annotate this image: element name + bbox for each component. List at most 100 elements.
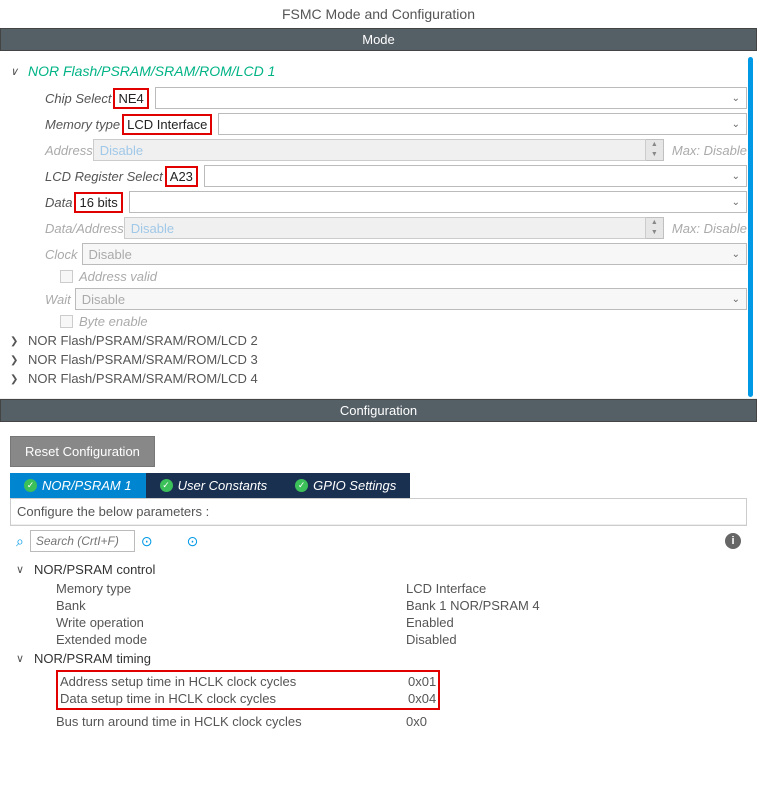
address-label: Address [45, 143, 93, 158]
config-sections: NOR/PSRAM control Memory type LCD Interf… [10, 556, 747, 733]
data-label: Data [45, 195, 72, 210]
chip-select-highlight: NE4 [113, 88, 148, 109]
config-value: 0x01 [408, 674, 436, 689]
data-address-value: Disable [124, 217, 646, 239]
info-icon[interactable]: i [725, 533, 741, 549]
config-key: Extended mode [56, 632, 406, 647]
tab-label: GPIO Settings [313, 478, 396, 493]
data-address-max-label: Max: Disable [672, 221, 747, 236]
config-row[interactable]: Write operation Enabled [56, 615, 741, 630]
lcd-register-label: LCD Register Select [45, 169, 163, 184]
data-highlight: 16 bits [74, 192, 122, 213]
search-input[interactable] [30, 530, 135, 552]
search-row: ⌕ ⊙ ⊙ i [10, 526, 747, 556]
control-section-title: NOR/PSRAM control [34, 562, 155, 577]
address-valid-label: Address valid [79, 269, 157, 284]
check-icon: ✓ [24, 479, 37, 492]
config-row[interactable]: Data setup time in HCLK clock cycles 0x0… [58, 691, 438, 706]
wait-value: Disable [82, 292, 125, 307]
chevron-right-icon [10, 354, 22, 366]
address-max-label: Max: Disable [672, 143, 747, 158]
config-value: LCD Interface [406, 581, 486, 596]
configuration-header: Configuration [0, 399, 757, 422]
clock-value: Disable [89, 247, 132, 262]
config-row[interactable]: Bus turn around time in HCLK clock cycle… [56, 714, 741, 729]
chevron-down-icon: ⌄ [732, 294, 740, 305]
control-section-header[interactable]: NOR/PSRAM control [16, 562, 741, 577]
config-value: Bank 1 NOR/PSRAM 4 [406, 598, 540, 613]
config-row[interactable]: Memory type LCD Interface [56, 581, 741, 596]
config-prompt: Configure the below parameters : [11, 499, 746, 525]
address-valid-checkbox [60, 270, 73, 283]
config-key: Write operation [56, 615, 406, 630]
section-1-title: NOR Flash/PSRAM/SRAM/ROM/LCD 1 [28, 63, 275, 79]
chip-select-label: Chip Select [45, 91, 111, 106]
config-key: Bank [56, 598, 406, 613]
config-row[interactable]: Extended mode Disabled [56, 632, 741, 647]
lcd-register-dropdown[interactable]: ⌄ [204, 165, 747, 187]
data-address-spinner: Disable ▲▼ [124, 217, 664, 239]
byte-enable-checkbox [60, 315, 73, 328]
config-value: 0x0 [406, 714, 427, 729]
data-address-label: Data/Address [45, 221, 124, 236]
clock-label: Clock [45, 247, 78, 262]
tab-nor-psram-1[interactable]: ✓ NOR/PSRAM 1 [10, 473, 146, 498]
chevron-down-icon: ⌄ [732, 93, 740, 104]
tab-user-constants[interactable]: ✓ User Constants [146, 473, 282, 498]
memory-type-highlight: LCD Interface [122, 114, 212, 135]
timing-section-header[interactable]: NOR/PSRAM timing [16, 651, 741, 666]
tab-label: User Constants [178, 478, 268, 493]
config-row[interactable]: Bank Bank 1 NOR/PSRAM 4 [56, 598, 741, 613]
chevron-down-icon: ⌄ [732, 197, 740, 208]
tab-label: NOR/PSRAM 1 [42, 478, 132, 493]
prev-icon[interactable]: ⊙ [141, 533, 153, 550]
reset-configuration-button[interactable]: Reset Configuration [10, 436, 155, 467]
mode-panel: NOR Flash/PSRAM/SRAM/ROM/LCD 1 Chip Sele… [0, 51, 757, 399]
address-spinner: Disable ▲▼ [93, 139, 664, 161]
chip-select-dropdown[interactable]: ⌄ [155, 87, 747, 109]
section-3-header[interactable]: NOR Flash/PSRAM/SRAM/ROM/LCD 3 [10, 352, 747, 367]
chevron-down-icon [10, 65, 22, 78]
config-value: Enabled [406, 615, 454, 630]
config-value: 0x04 [408, 691, 436, 706]
mode-header: Mode [0, 28, 757, 51]
timing-highlight-group: Address setup time in HCLK clock cycles … [56, 670, 440, 710]
section-3-title: NOR Flash/PSRAM/SRAM/ROM/LCD 3 [28, 352, 258, 367]
config-value: Disabled [406, 632, 457, 647]
next-icon[interactable]: ⊙ [187, 533, 199, 550]
section-2-title: NOR Flash/PSRAM/SRAM/ROM/LCD 2 [28, 333, 258, 348]
scrollbar-thumb[interactable] [748, 57, 753, 397]
section-1-header[interactable]: NOR Flash/PSRAM/SRAM/ROM/LCD 1 [10, 63, 747, 79]
clock-dropdown: Disable ⌄ [82, 243, 747, 265]
chevron-right-icon [10, 335, 22, 347]
chevron-down-icon [16, 563, 28, 576]
chevron-down-icon: ⌄ [732, 171, 740, 182]
config-key: Address setup time in HCLK clock cycles [60, 674, 408, 689]
section-4-header[interactable]: NOR Flash/PSRAM/SRAM/ROM/LCD 4 [10, 371, 747, 386]
tab-gpio-settings[interactable]: ✓ GPIO Settings [281, 473, 410, 498]
config-key: Memory type [56, 581, 406, 596]
page-title: FSMC Mode and Configuration [0, 0, 757, 28]
memory-type-label: Memory type [45, 117, 120, 132]
chevron-down-icon: ⌄ [732, 249, 740, 260]
config-key: Bus turn around time in HCLK clock cycle… [56, 714, 406, 729]
byte-enable-label: Byte enable [79, 314, 148, 329]
wait-label: Wait [45, 292, 71, 307]
spinner-buttons: ▲▼ [646, 217, 664, 239]
config-key: Data setup time in HCLK clock cycles [60, 691, 408, 706]
chevron-down-icon: ⌄ [732, 119, 740, 130]
section-2-header[interactable]: NOR Flash/PSRAM/SRAM/ROM/LCD 2 [10, 333, 747, 348]
config-row[interactable]: Address setup time in HCLK clock cycles … [58, 674, 438, 689]
chevron-right-icon [10, 373, 22, 385]
config-body: Configure the below parameters : [10, 498, 747, 526]
configuration-panel: Reset Configuration ✓ NOR/PSRAM 1 ✓ User… [0, 422, 757, 741]
data-dropdown[interactable]: ⌄ [129, 191, 747, 213]
timing-section-title: NOR/PSRAM timing [34, 651, 151, 666]
section-4-title: NOR Flash/PSRAM/SRAM/ROM/LCD 4 [28, 371, 258, 386]
search-icon: ⌕ [16, 533, 24, 550]
check-icon: ✓ [295, 479, 308, 492]
spinner-buttons: ▲▼ [646, 139, 664, 161]
memory-type-dropdown[interactable]: ⌄ [218, 113, 747, 135]
check-icon: ✓ [160, 479, 173, 492]
tabs: ✓ NOR/PSRAM 1 ✓ User Constants ✓ GPIO Se… [10, 473, 747, 498]
